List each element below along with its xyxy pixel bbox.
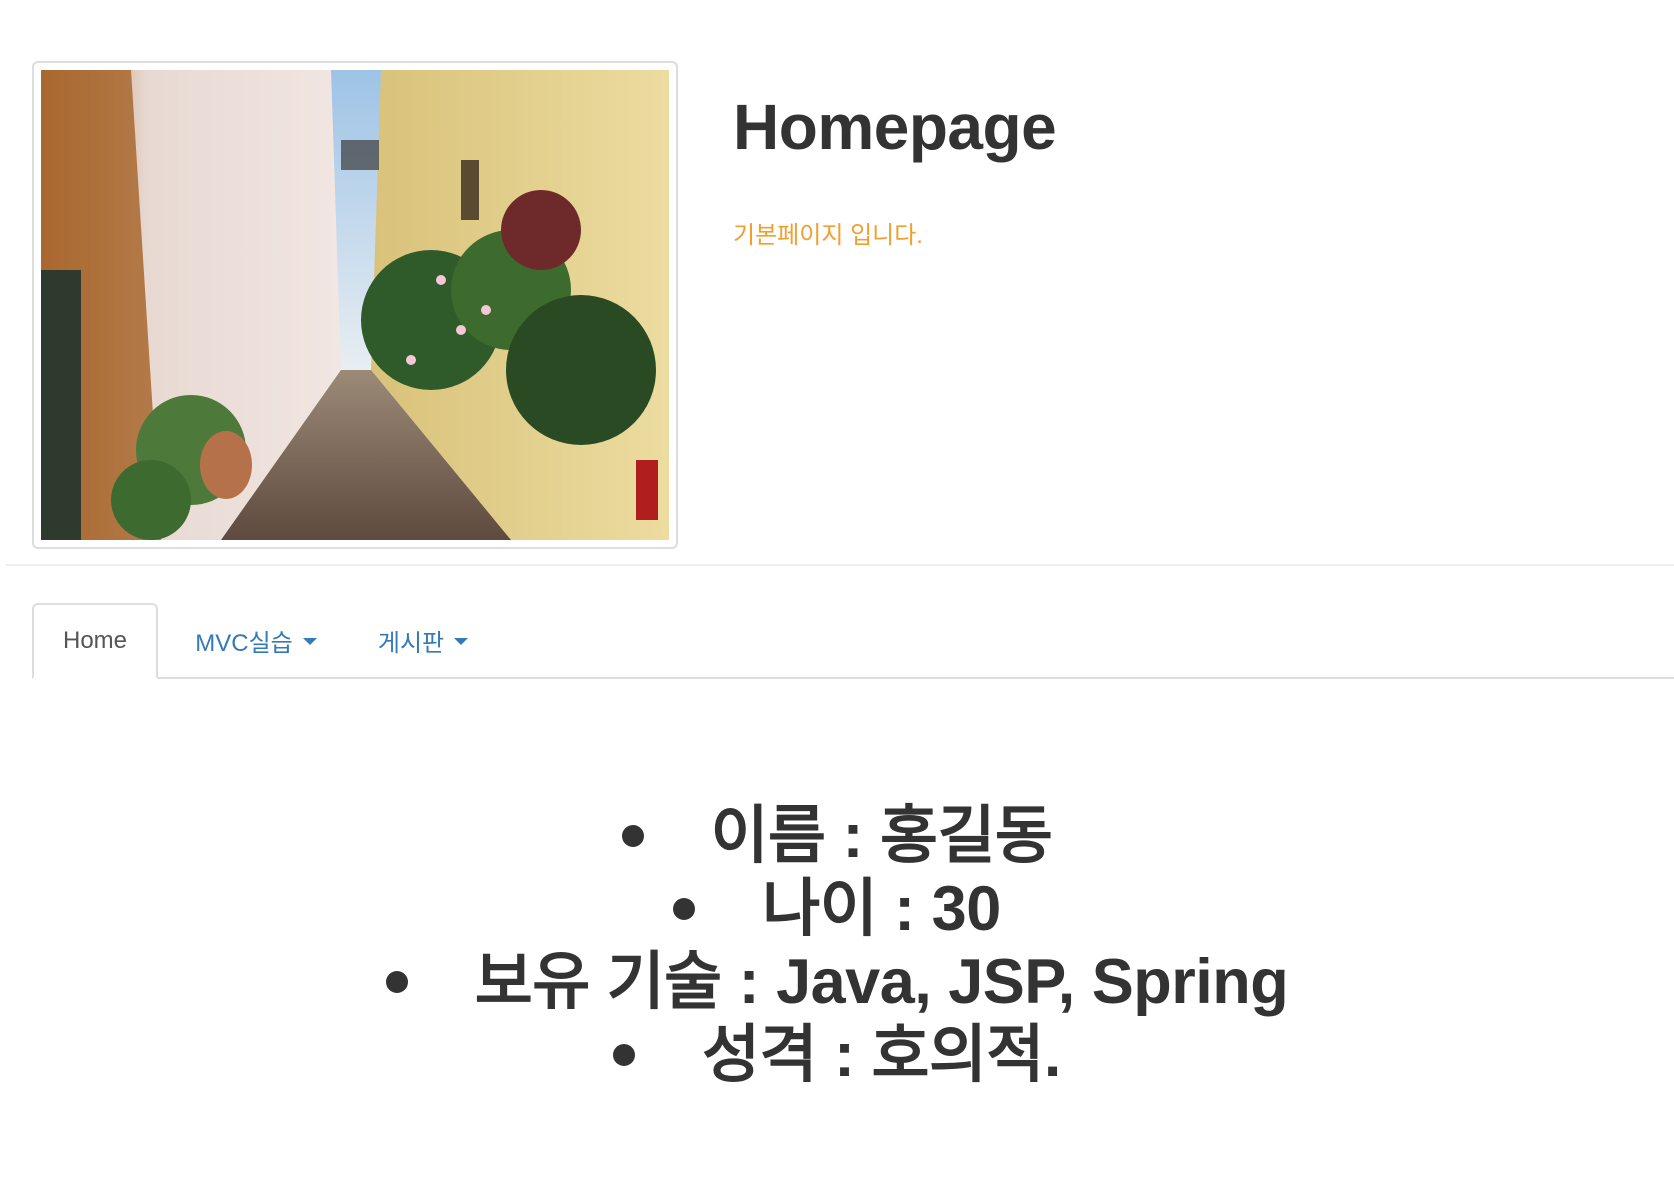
alley-photo bbox=[41, 70, 669, 540]
caret-down-icon bbox=[302, 638, 317, 645]
tab-board-dropdown[interactable]: 게시판 bbox=[358, 603, 488, 677]
site-title: Homepage bbox=[733, 91, 1057, 163]
profile-age: 나이 : 30 bbox=[762, 874, 1001, 944]
profile-personality: 성격 : 호의적. bbox=[702, 1020, 1061, 1090]
caret-down-icon bbox=[454, 638, 469, 645]
bullet-icon bbox=[613, 1044, 636, 1067]
nav-tabs: Home MVC실습 게시판 bbox=[0, 603, 1674, 679]
header-divider bbox=[6, 564, 1674, 566]
site-subtitle: 기본페이지 입니다. bbox=[733, 222, 923, 249]
tab-home[interactable]: Home bbox=[32, 603, 158, 679]
profile-skills: 보유 기술 : Java, JSP, Spring bbox=[474, 947, 1289, 1017]
profile-name: 이름 : 홍길동 bbox=[710, 801, 1053, 871]
tabs-underline bbox=[32, 677, 1674, 679]
tab-board-label: 게시판 bbox=[377, 629, 445, 657]
bullet-icon bbox=[673, 898, 696, 921]
list-item: 나이 : 30 bbox=[0, 873, 1674, 946]
bullet-icon bbox=[385, 971, 408, 994]
bullet-icon bbox=[621, 825, 644, 848]
tab-mvc-dropdown[interactable]: MVC실습 bbox=[172, 603, 340, 677]
list-item: 보유 기술 : Java, JSP, Spring bbox=[0, 946, 1674, 1019]
profile-list: 이름 : 홍길동 나이 : 30 보유 기술 : Java, JSP, Spri… bbox=[0, 800, 1674, 1092]
page: Homepage 기본페이지 입니다. Home MVC실습 게시판 이름 : … bbox=[0, 0, 1674, 1200]
tab-mvc-label: MVC실습 bbox=[195, 629, 293, 657]
header-image-frame bbox=[32, 61, 678, 549]
tab-home-label: Home bbox=[62, 627, 128, 654]
list-item: 이름 : 홍길동 bbox=[0, 800, 1674, 873]
list-item: 성격 : 호의적. bbox=[0, 1019, 1674, 1092]
